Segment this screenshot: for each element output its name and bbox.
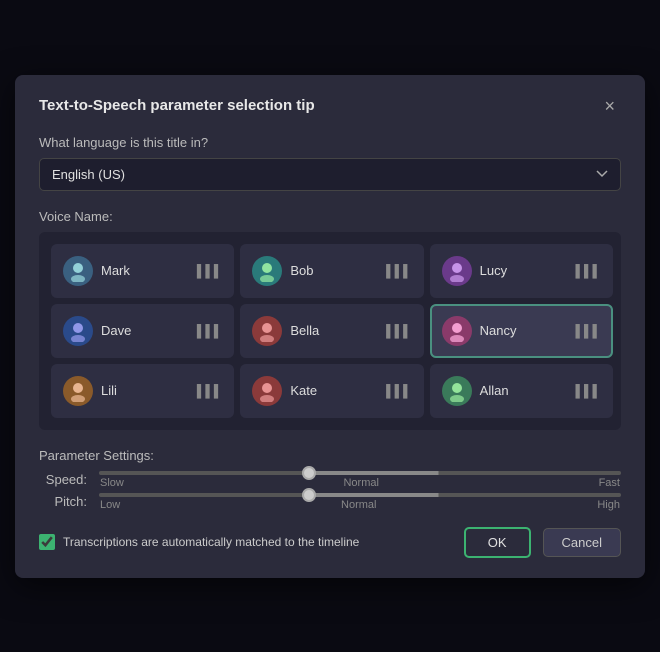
tts-dialog: Text-to-Speech parameter selection tip ×… <box>15 75 645 578</box>
voice-section: Voice Name: Mark ▌▌▌ Bob ▌▌▌ <box>39 209 621 430</box>
speed-slider[interactable] <box>99 471 621 475</box>
voice-name-allan: Allan <box>480 383 568 398</box>
voice-name-lucy: Lucy <box>480 263 568 278</box>
avatar-bella <box>252 316 282 346</box>
wave-lili: ▌▌▌ <box>197 384 223 398</box>
language-select[interactable]: English (US) English (UK) Spanish French <box>39 158 621 191</box>
checkbox-wrap: Transcriptions are automatically matched… <box>39 534 452 550</box>
voice-card-mark[interactable]: Mark ▌▌▌ <box>51 244 234 298</box>
pitch-label-normal: Normal <box>341 499 376 511</box>
wave-bella: ▌▌▌ <box>386 324 412 338</box>
voice-card-nancy[interactable]: Nancy ▌▌▌ <box>430 304 613 358</box>
language-question: What language is this title in? <box>39 135 621 150</box>
voice-name-dave: Dave <box>101 323 189 338</box>
wave-kate: ▌▌▌ <box>386 384 412 398</box>
dialog-title: Text-to-Speech parameter selection tip <box>39 97 315 114</box>
voice-card-bella[interactable]: Bella ▌▌▌ <box>240 304 423 358</box>
avatar-nancy <box>442 316 472 346</box>
dialog-header: Text-to-Speech parameter selection tip × <box>39 95 621 117</box>
wave-nancy: ▌▌▌ <box>575 324 601 338</box>
voice-card-lili[interactable]: Lili ▌▌▌ <box>51 364 234 418</box>
voice-section-label: Voice Name: <box>39 209 621 224</box>
voice-name-bob: Bob <box>290 263 378 278</box>
ok-button[interactable]: OK <box>464 527 531 558</box>
speed-row: Speed: Slow Normal Fast <box>39 471 621 489</box>
voice-name-bella: Bella <box>290 323 378 338</box>
parameter-settings-label: Parameter Settings: <box>39 448 621 463</box>
voice-card-dave[interactable]: Dave ▌▌▌ <box>51 304 234 358</box>
speed-slider-wrap: Slow Normal Fast <box>99 471 621 489</box>
voice-card-allan[interactable]: Allan ▌▌▌ <box>430 364 613 418</box>
wave-allan: ▌▌▌ <box>575 384 601 398</box>
voice-card-lucy[interactable]: Lucy ▌▌▌ <box>430 244 613 298</box>
avatar-mark <box>63 256 93 286</box>
voice-grid: Mark ▌▌▌ Bob ▌▌▌ Lucy ▌▌ <box>51 244 613 418</box>
avatar-allan <box>442 376 472 406</box>
voice-name-nancy: Nancy <box>480 323 568 338</box>
cancel-button[interactable]: Cancel <box>543 528 621 557</box>
checkbox-label: Transcriptions are automatically matched… <box>63 535 359 549</box>
voice-card-bob[interactable]: Bob ▌▌▌ <box>240 244 423 298</box>
dialog-footer: Transcriptions are automatically matched… <box>39 527 621 558</box>
wave-lucy: ▌▌▌ <box>575 264 601 278</box>
voice-name-kate: Kate <box>290 383 378 398</box>
voice-name-mark: Mark <box>101 263 189 278</box>
language-section: What language is this title in? English … <box>39 135 621 191</box>
parameter-settings-section: Parameter Settings: Speed: Slow Normal F… <box>39 448 621 511</box>
pitch-row: Pitch: Low Normal High <box>39 493 621 511</box>
pitch-slider[interactable] <box>99 493 621 497</box>
wave-dave: ▌▌▌ <box>197 324 223 338</box>
wave-mark: ▌▌▌ <box>197 264 223 278</box>
pitch-label-low: Low <box>100 499 120 511</box>
close-button[interactable]: × <box>598 95 621 117</box>
voice-grid-container: Mark ▌▌▌ Bob ▌▌▌ Lucy ▌▌ <box>39 232 621 430</box>
avatar-lili <box>63 376 93 406</box>
pitch-slider-labels: Low Normal High <box>99 499 621 511</box>
pitch-label: Pitch: <box>39 494 87 509</box>
avatar-kate <box>252 376 282 406</box>
auto-match-checkbox[interactable] <box>39 534 55 550</box>
pitch-label-high: High <box>597 499 620 511</box>
avatar-dave <box>63 316 93 346</box>
avatar-bob <box>252 256 282 286</box>
pitch-slider-wrap: Low Normal High <box>99 493 621 511</box>
speed-label: Speed: <box>39 472 87 487</box>
voice-card-kate[interactable]: Kate ▌▌▌ <box>240 364 423 418</box>
avatar-lucy <box>442 256 472 286</box>
wave-bob: ▌▌▌ <box>386 264 412 278</box>
voice-name-lili: Lili <box>101 383 189 398</box>
